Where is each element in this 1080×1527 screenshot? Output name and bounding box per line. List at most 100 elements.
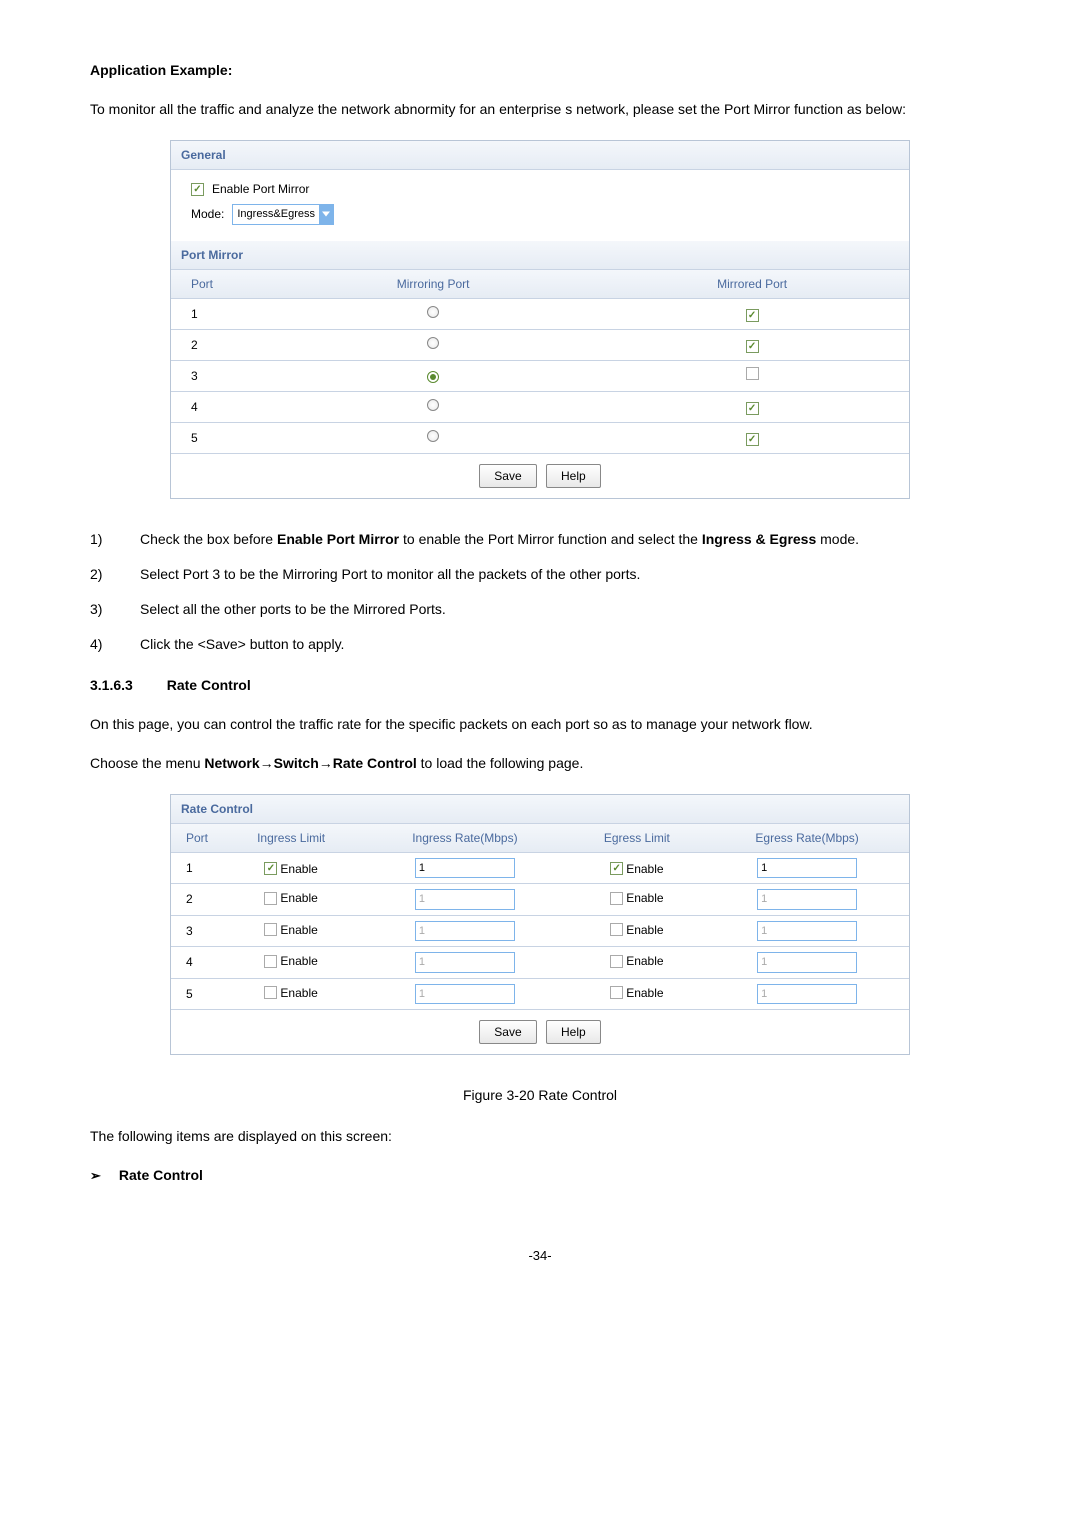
mirrored-checkbox[interactable] xyxy=(746,367,759,380)
text-segment: Choose the menu xyxy=(90,755,204,771)
save-button[interactable]: Save xyxy=(479,1020,536,1044)
mode-label: Mode: xyxy=(191,205,224,223)
header-egress-rate: Egress Rate(Mbps) xyxy=(705,824,909,853)
table-row: 3 Enable 1 Enable 1 xyxy=(171,915,909,947)
page-number: -34- xyxy=(90,1246,990,1266)
displayed-paragraph: The following items are displayed on thi… xyxy=(90,1126,990,1147)
table-row: 2 ✓ xyxy=(171,329,909,360)
bullet-section: ➢ Rate Control xyxy=(90,1165,990,1186)
item-text: Click the <Save> button to apply. xyxy=(140,634,990,655)
port-mirror-header: Port Mirror xyxy=(171,241,909,270)
egress-limit-checkbox[interactable] xyxy=(610,923,623,936)
port-cell: 4 xyxy=(171,391,271,422)
port-cell: 5 xyxy=(171,978,221,1010)
mirrored-checkbox[interactable]: ✓ xyxy=(746,340,759,353)
rate-control-heading: 3.1.6.3 Rate Control xyxy=(90,675,990,696)
enable-port-mirror-checkbox[interactable]: ✓ xyxy=(191,183,204,196)
enable-label: Enable xyxy=(626,984,663,1002)
mirroring-radio[interactable] xyxy=(427,399,439,411)
bullet-label: Rate Control xyxy=(119,1165,203,1186)
egress-limit-checkbox[interactable] xyxy=(610,955,623,968)
enable-label: Enable xyxy=(280,984,317,1002)
button-row: Save Help xyxy=(171,454,909,498)
ingress-rate-input[interactable]: 1 xyxy=(415,889,515,910)
egress-limit-checkbox[interactable] xyxy=(610,892,623,905)
ingress-limit-checkbox[interactable] xyxy=(264,892,277,905)
mirroring-radio[interactable] xyxy=(427,306,439,318)
table-row: 2 Enable 1 Enable 1 xyxy=(171,884,909,916)
bullet-icon: ➢ xyxy=(90,1166,101,1186)
header-port: Port xyxy=(171,270,271,299)
port-cell: 5 xyxy=(171,422,271,453)
ingress-rate-input[interactable]: 1 xyxy=(415,984,515,1005)
ingress-limit-checkbox[interactable]: ✓ xyxy=(264,862,277,875)
mirroring-radio[interactable] xyxy=(427,371,439,383)
ingress-limit-checkbox[interactable] xyxy=(264,923,277,936)
enable-label: Enable xyxy=(280,952,317,970)
item-number: 4) xyxy=(90,634,140,655)
egress-rate-input[interactable]: 1 xyxy=(757,889,857,910)
enable-label: Enable xyxy=(626,860,663,878)
header-ingress-rate: Ingress Rate(Mbps) xyxy=(361,824,568,853)
egress-rate-input[interactable]: 1 xyxy=(757,984,857,1005)
port-cell: 1 xyxy=(171,852,221,884)
mirroring-radio[interactable] xyxy=(427,430,439,442)
egress-limit-checkbox[interactable]: ✓ xyxy=(610,862,623,875)
save-button[interactable]: Save xyxy=(479,464,536,488)
item-text: Select Port 3 to be the Mirroring Port t… xyxy=(140,564,990,585)
header-egress-limit: Egress Limit xyxy=(569,824,706,853)
intro-paragraph: To monitor all the traffic and analyze t… xyxy=(90,99,990,120)
heading-title: Rate Control xyxy=(167,677,251,693)
list-item: 1) Check the box before Enable Port Mirr… xyxy=(90,529,990,550)
table-header-row: Port Ingress Limit Ingress Rate(Mbps) Eg… xyxy=(171,824,909,853)
egress-rate-input[interactable]: 1 xyxy=(757,858,857,879)
egress-rate-input[interactable]: 1 xyxy=(757,921,857,942)
port-cell: 2 xyxy=(171,329,271,360)
ingress-rate-input[interactable]: 1 xyxy=(415,952,515,973)
table-row: 3 xyxy=(171,360,909,391)
header-ingress-limit: Ingress Limit xyxy=(221,824,361,853)
table-row: 5 ✓ xyxy=(171,422,909,453)
table-row: 1 ✓Enable 1 ✓Enable 1 xyxy=(171,852,909,884)
rc-intro-paragraph: On this page, you can control the traffi… xyxy=(90,714,990,735)
port-cell: 3 xyxy=(171,360,271,391)
port-cell: 4 xyxy=(171,947,221,979)
enable-port-mirror-label: Enable Port Mirror xyxy=(212,180,309,198)
ingress-rate-input[interactable]: 1 xyxy=(415,858,515,879)
table-row: 4 Enable 1 Enable 1 xyxy=(171,947,909,979)
help-button[interactable]: Help xyxy=(546,464,601,488)
rate-control-table: Port Ingress Limit Ingress Rate(Mbps) Eg… xyxy=(171,824,909,1011)
rate-control-screenshot: Rate Control Port Ingress Limit Ingress … xyxy=(170,794,910,1056)
app-example-heading: Application Example: xyxy=(90,60,990,81)
enable-label: Enable xyxy=(626,921,663,939)
button-row: Save Help xyxy=(171,1010,909,1054)
enable-label: Enable xyxy=(626,889,663,907)
mirrored-checkbox[interactable]: ✓ xyxy=(746,433,759,446)
table-header-row: Port Mirroring Port Mirrored Port xyxy=(171,270,909,299)
text-segment: mode. xyxy=(816,531,859,547)
enable-label: Enable xyxy=(280,921,317,939)
egress-rate-input[interactable]: 1 xyxy=(757,952,857,973)
port-cell: 2 xyxy=(171,884,221,916)
text-segment: Check the box before xyxy=(140,531,277,547)
item-number: 1) xyxy=(90,529,140,550)
ingress-limit-checkbox[interactable] xyxy=(264,955,277,968)
mirrored-checkbox[interactable]: ✓ xyxy=(746,309,759,322)
port-cell: 1 xyxy=(171,298,271,329)
mirrored-checkbox[interactable]: ✓ xyxy=(746,402,759,415)
help-button[interactable]: Help xyxy=(546,1020,601,1044)
item-number: 2) xyxy=(90,564,140,585)
ingress-rate-input[interactable]: 1 xyxy=(415,921,515,942)
egress-limit-checkbox[interactable] xyxy=(610,986,623,999)
list-item: 2) Select Port 3 to be the Mirroring Por… xyxy=(90,564,990,585)
bold-segment: Network→Switch→Rate Control xyxy=(204,755,416,771)
mirroring-radio[interactable] xyxy=(427,337,439,349)
rate-control-header: Rate Control xyxy=(171,795,909,824)
instructions-list: 1) Check the box before Enable Port Mirr… xyxy=(90,529,990,655)
figure-caption: Figure 3-20 Rate Control xyxy=(90,1085,990,1106)
general-header: General xyxy=(171,141,909,170)
table-row: 5 Enable 1 Enable 1 xyxy=(171,978,909,1010)
ingress-limit-checkbox[interactable] xyxy=(264,986,277,999)
item-text: Select all the other ports to be the Mir… xyxy=(140,599,990,620)
mode-select[interactable]: Ingress&Egress xyxy=(232,204,334,225)
